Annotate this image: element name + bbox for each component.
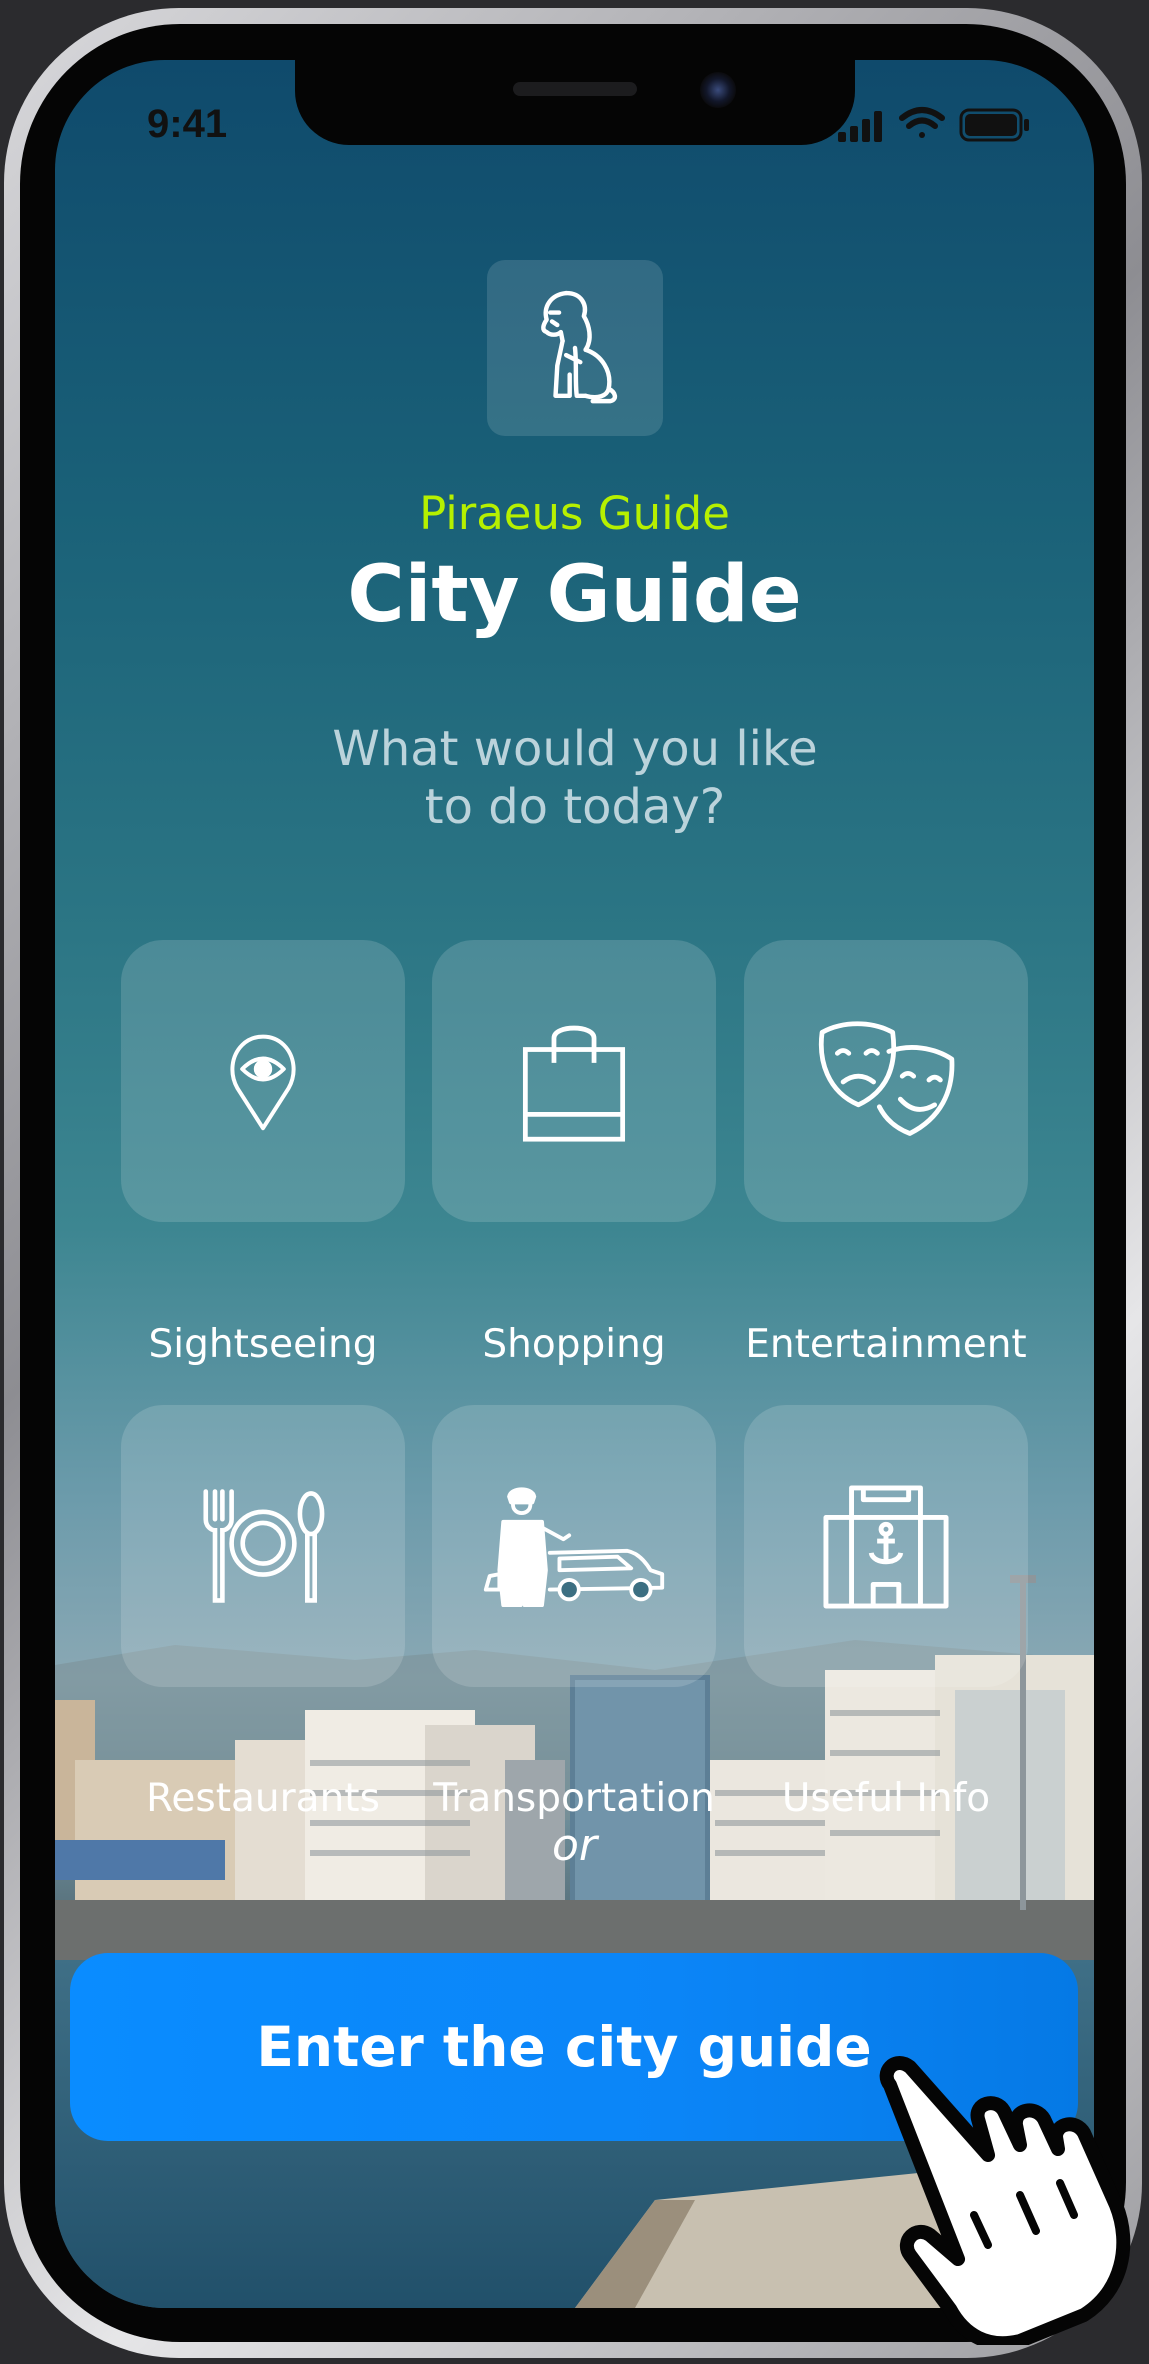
category-label-entertainment: Entertainment — [745, 1322, 1027, 1367]
category-tile-shopping[interactable] — [432, 940, 716, 1222]
notch — [295, 60, 855, 145]
enter-city-guide-label: Enter the city guide — [256, 2015, 872, 2079]
plate-cutlery-icon — [203, 1489, 325, 1603]
anchor-building-icon — [823, 1485, 949, 1609]
category-tile-restaurants[interactable] — [121, 1405, 405, 1687]
theater-masks-icon — [818, 1021, 955, 1136]
front-camera — [700, 72, 736, 108]
category-tile-useful-info[interactable] — [744, 1405, 1028, 1687]
prompt-question: What would you like to do today? — [275, 720, 875, 836]
category-tile-sightseeing[interactable] — [121, 940, 405, 1222]
status-icons — [838, 107, 1029, 142]
chauffeur-limousine-icon — [483, 1487, 665, 1608]
category-label-transportation: Transportation — [433, 1776, 715, 1821]
app-screen: 9:41 Piraeus Guide City Guide What would… — [55, 60, 1094, 2308]
cellular-signal-icon — [838, 111, 882, 142]
category-label-useful-info: Useful Info — [781, 1776, 991, 1821]
status-bar: 9:41 — [55, 60, 1094, 190]
or-separator: or — [551, 1820, 597, 1871]
page-title: City Guide — [347, 550, 802, 640]
brand-name: Piraeus Guide — [419, 487, 730, 540]
shopping-bag-icon — [522, 1025, 626, 1142]
category-tile-entertainment[interactable] — [744, 940, 1028, 1222]
category-label-sightseeing: Sightseeing — [148, 1322, 378, 1367]
prompt-line-2: to do today? — [424, 779, 726, 835]
prompt-line-1: What would you like — [332, 721, 818, 777]
status-time: 9:41 — [147, 102, 228, 146]
category-label-shopping: Shopping — [482, 1322, 666, 1367]
lion-icon — [541, 290, 618, 404]
wifi-icon — [899, 107, 945, 138]
speaker-grille — [513, 82, 637, 96]
app-logo — [487, 260, 663, 436]
battery-icon — [959, 108, 1029, 142]
eye-pin-icon — [230, 1034, 296, 1131]
category-tile-transportation[interactable] — [432, 1405, 716, 1687]
category-label-restaurants: Restaurants — [146, 1776, 380, 1821]
pointing-hand-icon — [879, 2056, 1131, 2345]
